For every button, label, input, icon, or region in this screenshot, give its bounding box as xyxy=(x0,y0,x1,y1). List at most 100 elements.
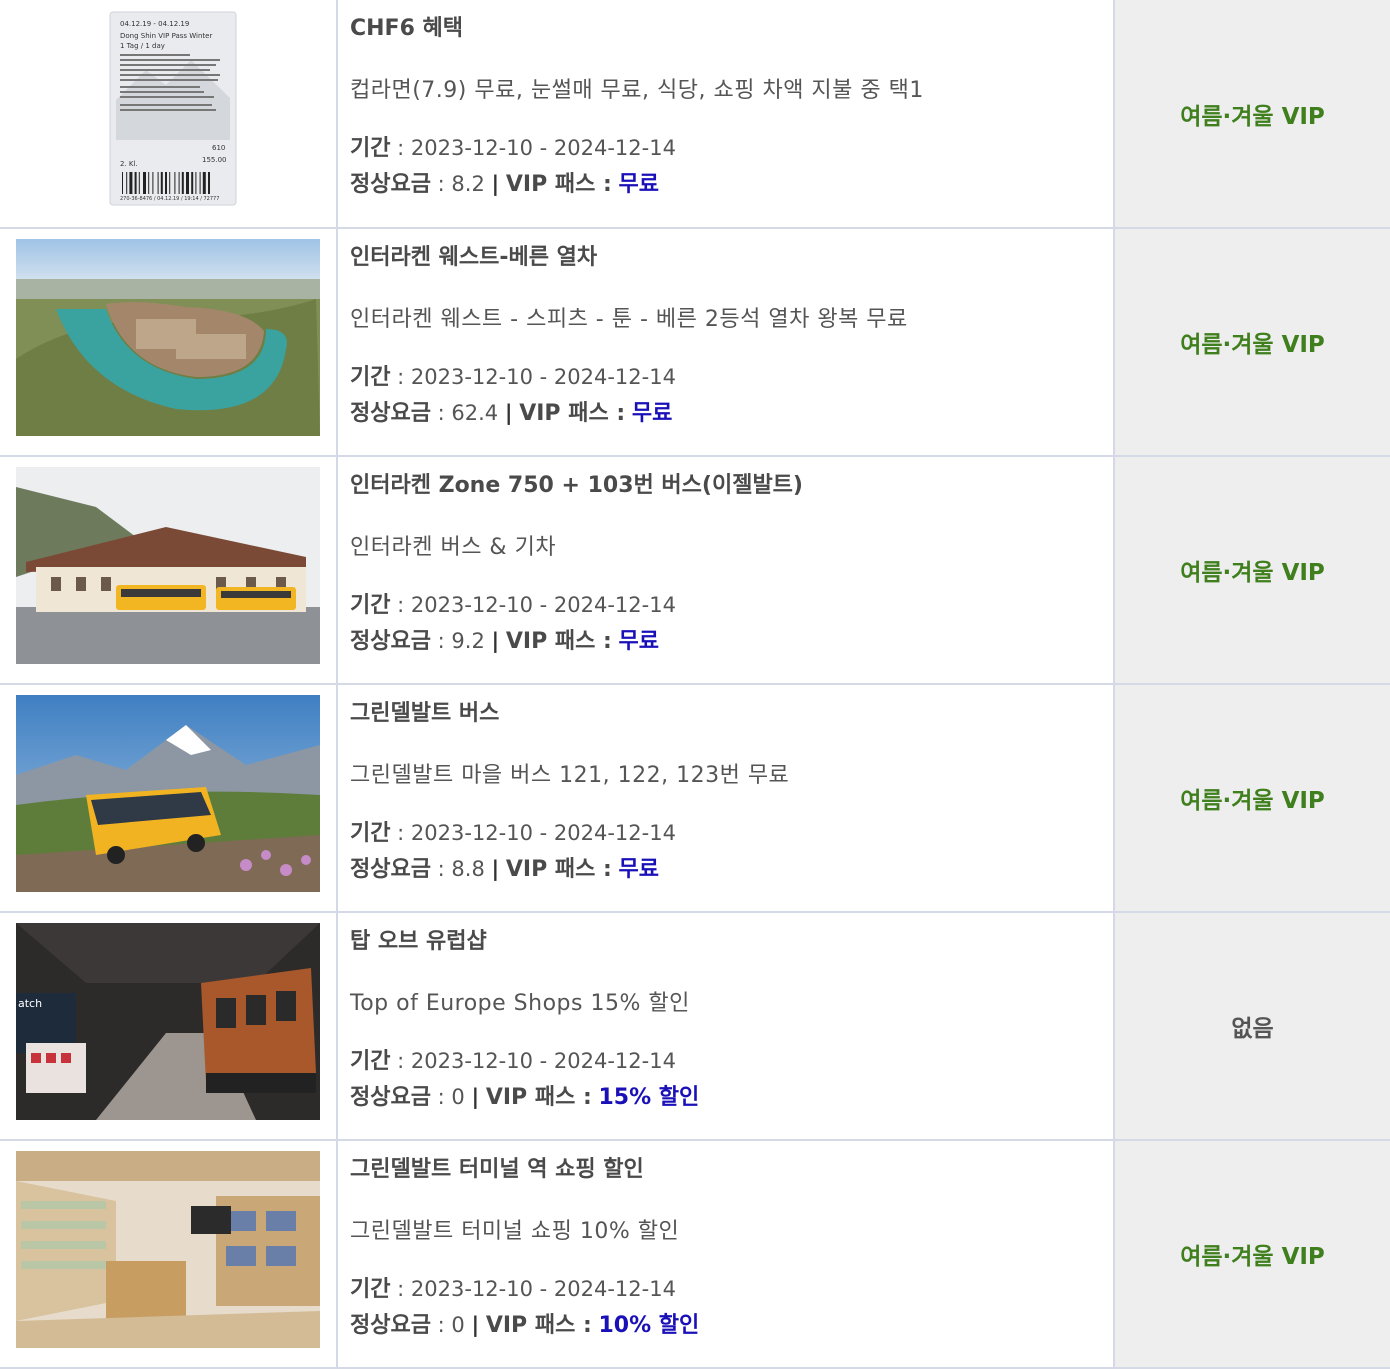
benefit-description: 인터라켄 웨스트 - 스피츠 - 툰 - 베른 2등석 열차 왕복 무료 xyxy=(350,307,908,332)
price-line: 정상요금 : 62.4 | VIP 패스 : 무료 xyxy=(350,395,1101,431)
sep: : xyxy=(390,593,411,617)
benefit-row: 그린델발트 버스 그린델발트 마을 버스 121, 122, 123번 무료 기… xyxy=(0,684,1390,913)
vip-benefits-table: 04.12.19 - 04.12.19 Dong Shin VIP Pass W… xyxy=(0,0,1390,1369)
benefit-thumbnail xyxy=(16,695,320,892)
vip-pass-label: VIP 패스 : xyxy=(505,629,612,654)
vip-ticket-image: 04.12.19 - 04.12.19 Dong Shin VIP Pass W… xyxy=(16,10,320,207)
sep: : xyxy=(390,1277,411,1301)
benefit-row: atch 탑 오브 유럽샵 Top of Europe Shops 15% 할인… xyxy=(0,912,1390,1141)
benefit-info-cell: 인터라켄 Zone 750 + 103번 버스(이젤발트) 인터라켄 버스 & … xyxy=(337,456,1115,685)
regular-price-value: 9.2 xyxy=(451,629,485,653)
vip-pass-value: 15% 할인 xyxy=(598,1085,700,1110)
svg-text:610: 610 xyxy=(212,144,225,152)
benefit-title: 인터라켄 Zone 750 + 103번 버스(이젤발트) xyxy=(350,473,803,498)
svg-text:155.00: 155.00 xyxy=(202,156,227,164)
pass-type-cell: 없음 xyxy=(1114,912,1390,1141)
benefit-description: 컵라면(7.9) 무료, 눈썰매 무료, 식당, 쇼핑 차액 지불 중 택1 xyxy=(350,78,924,103)
price-line: 정상요금 : 8.2 | VIP 패스 : 무료 xyxy=(350,166,1101,202)
thumbnail-cell xyxy=(0,1140,338,1369)
period-end: 2024-12-14 xyxy=(553,1049,676,1073)
benefit-thumbnail xyxy=(16,467,320,664)
price-line: 정상요금 : 0 | VIP 패스 : 10% 할인 xyxy=(350,1307,1101,1343)
thumbnail-cell: 04.12.19 - 04.12.19 Dong Shin VIP Pass W… xyxy=(0,0,338,229)
pass-type-cell: 여름·겨울 VIP xyxy=(1114,0,1390,229)
pass-type-cell: 여름·겨울 VIP xyxy=(1114,228,1390,457)
benefit-title: 탑 오브 유럽샵 xyxy=(350,929,487,954)
grindelwald-bus-image xyxy=(16,695,320,892)
benefit-thumbnail xyxy=(16,239,320,436)
regular-price-value: 8.8 xyxy=(451,857,485,881)
top-of-europe-shop-image: atch xyxy=(16,923,320,1120)
vip-pass-label: VIP 패스 : xyxy=(505,857,612,882)
thumbnail-cell xyxy=(0,228,338,457)
sep: : xyxy=(430,401,452,425)
benefit-thumbnail: atch xyxy=(16,923,320,1120)
benefit-info-cell: 그린델발트 버스 그린델발트 마을 버스 121, 122, 123번 무료 기… xyxy=(337,684,1115,913)
pipe-divider: | xyxy=(504,401,513,425)
svg-text:Dong Shin VIP Pass Winter: Dong Shin VIP Pass Winter xyxy=(120,32,212,40)
vip-pass-label: VIP 패스 : xyxy=(519,401,626,426)
period-label: 기간 xyxy=(350,1277,391,1302)
pass-type: 여름·겨울 VIP xyxy=(1180,560,1325,586)
range-sep: - xyxy=(532,821,554,845)
period-line: 기간 : 2023-12-10 - 2024-12-14 xyxy=(350,359,1101,395)
benefit-title: 인터라켄 웨스트-베른 열차 xyxy=(350,245,598,270)
range-sep: - xyxy=(532,1049,554,1073)
vip-pass-label: VIP 패스 : xyxy=(485,1313,592,1338)
regular-price-value: 0 xyxy=(451,1313,465,1337)
vip-pass-label: VIP 패스 : xyxy=(485,1085,592,1110)
sep: : xyxy=(430,1085,452,1109)
vip-pass-value: 무료 xyxy=(618,172,659,197)
period-line: 기간 : 2023-12-10 - 2024-12-14 xyxy=(350,815,1101,851)
svg-text:2. Kl.: 2. Kl. xyxy=(120,160,138,168)
benefit-thumbnail: 04.12.19 - 04.12.19 Dong Shin VIP Pass W… xyxy=(16,10,320,207)
vip-pass-value: 10% 할인 xyxy=(598,1313,700,1338)
regular-price-value: 0 xyxy=(451,1085,465,1109)
thumbnail-cell: atch xyxy=(0,912,338,1141)
benefit-description: 그린델발트 터미널 쇼핑 10% 할인 xyxy=(350,1219,680,1244)
regular-price-label: 정상요금 xyxy=(350,1085,431,1110)
vip-pass-value: 무료 xyxy=(618,857,659,882)
period-line: 기간 : 2023-12-10 - 2024-12-14 xyxy=(350,1043,1101,1079)
benefit-title: 그린델발트 터미널 역 쇼핑 할인 xyxy=(350,1157,644,1182)
regular-price-label: 정상요금 xyxy=(350,1313,431,1338)
pass-type-cell: 여름·겨울 VIP xyxy=(1114,456,1390,685)
pass-type-cell: 여름·겨울 VIP xyxy=(1114,1140,1390,1369)
pass-type: 여름·겨울 VIP xyxy=(1180,103,1325,130)
sep: : xyxy=(390,136,411,160)
benefit-info-cell: 인터라켄 웨스트-베른 열차 인터라켄 웨스트 - 스피츠 - 툰 - 베른 2… xyxy=(337,228,1115,457)
benefit-info-cell: 그린델발트 터미널 역 쇼핑 할인 그린델발트 터미널 쇼핑 10% 할인 기간… xyxy=(337,1140,1115,1369)
vip-pass-value: 무료 xyxy=(631,401,673,426)
period-label: 기간 xyxy=(350,136,391,161)
period-start: 2023-12-10 xyxy=(410,821,533,845)
terminal-shop-image xyxy=(16,1151,320,1348)
period-line: 기간 : 2023-12-10 - 2024-12-14 xyxy=(350,130,1101,166)
regular-price-value: 8.2 xyxy=(451,172,485,196)
period-start: 2023-12-10 xyxy=(410,365,533,389)
pipe-divider: | xyxy=(491,629,500,653)
period-start: 2023-12-10 xyxy=(410,1049,533,1073)
regular-price-value: 62.4 xyxy=(451,401,499,425)
pass-type: 여름·겨울 VIP xyxy=(1180,788,1325,814)
sep: : xyxy=(430,857,452,881)
svg-text:270-36-8476 / 04.12.19 / 19:14: 270-36-8476 / 04.12.19 / 19:14 / 72777 xyxy=(120,196,219,202)
vip-pass-value: 무료 xyxy=(618,629,659,654)
period-start: 2023-12-10 xyxy=(410,136,533,160)
benefit-description: Top of Europe Shops 15% 할인 xyxy=(350,991,690,1016)
price-line: 정상요금 : 8.8 | VIP 패스 : 무료 xyxy=(350,851,1101,887)
sep: : xyxy=(390,365,411,389)
svg-text:1 Tag / 1 day: 1 Tag / 1 day xyxy=(120,42,165,50)
period-end: 2024-12-14 xyxy=(553,1277,676,1301)
benefit-row: 인터라켄 웨스트-베른 열차 인터라켄 웨스트 - 스피츠 - 툰 - 베른 2… xyxy=(0,228,1390,457)
price-line: 정상요금 : 9.2 | VIP 패스 : 무료 xyxy=(350,623,1101,659)
svg-text:atch: atch xyxy=(18,997,42,1010)
period-end: 2024-12-14 xyxy=(553,136,676,160)
pass-type: 없음 xyxy=(1231,1016,1274,1042)
period-start: 2023-12-10 xyxy=(410,593,533,617)
period-label: 기간 xyxy=(350,821,391,846)
range-sep: - xyxy=(532,593,554,617)
benefit-thumbnail xyxy=(16,1151,320,1348)
regular-price-label: 정상요금 xyxy=(350,401,431,426)
benefit-description: 그린델발트 마을 버스 121, 122, 123번 무료 xyxy=(350,763,790,788)
range-sep: - xyxy=(532,365,554,389)
